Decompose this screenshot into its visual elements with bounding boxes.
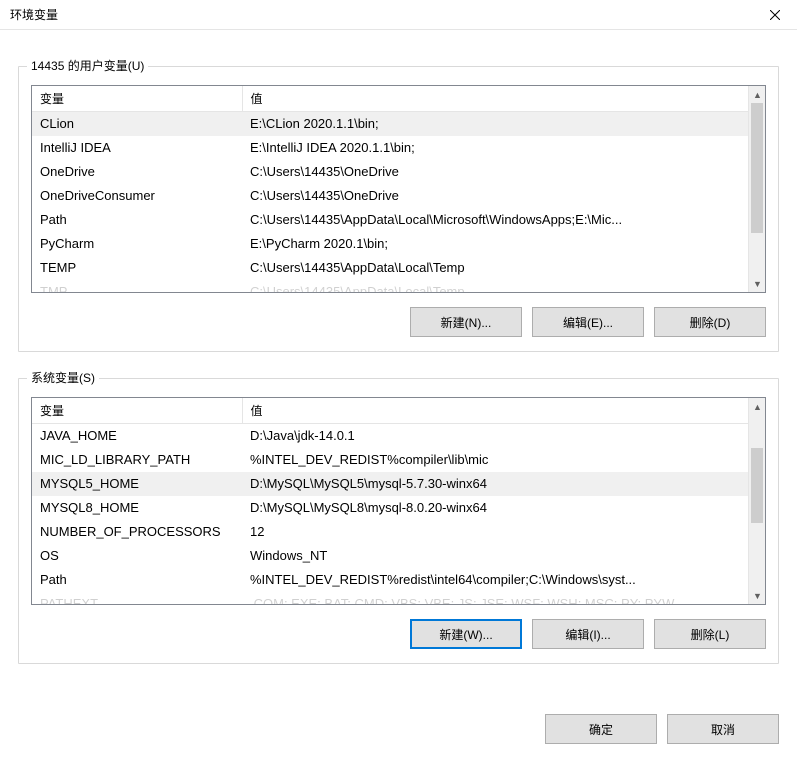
user-variables-table-scroll[interactable]: 变量 值 CLionE:\CLion 2020.1.1\bin;IntelliJ… <box>32 86 748 292</box>
user-variables-table: 变量 值 CLionE:\CLion 2020.1.1\bin;IntelliJ… <box>32 86 748 292</box>
variable-name-cell: MYSQL5_HOME <box>32 472 242 496</box>
table-row[interactable]: PATHEXT.COM;.EXE;.BAT;.CMD;.VBS;.VBE;.JS… <box>32 592 748 605</box>
variable-value-cell: C:\Users\14435\OneDrive <box>242 160 748 184</box>
variable-value-cell: C:\Users\14435\OneDrive <box>242 184 748 208</box>
variable-value-cell: 12 <box>242 520 748 544</box>
cancel-button[interactable]: 取消 <box>667 714 779 744</box>
dialog-content: 14435 的用户变量(U) 变量 值 CLionE:\CLion 2020.1… <box>0 30 797 706</box>
scrollbar[interactable]: ▲ ▼ <box>748 398 765 604</box>
variable-name-cell: Path <box>32 568 242 592</box>
user-variables-group: 14435 的用户变量(U) 变量 值 CLionE:\CLion 2020.1… <box>18 66 779 352</box>
ok-button[interactable]: 确定 <box>545 714 657 744</box>
variable-value-cell: E:\IntelliJ IDEA 2020.1.1\bin; <box>242 136 748 160</box>
table-row[interactable]: OneDriveConsumerC:\Users\14435\OneDrive <box>32 184 748 208</box>
variable-name-cell: OS <box>32 544 242 568</box>
variable-value-cell: C:\Users\14435\AppData\Local\Temp <box>242 280 748 293</box>
user-variables-label: 14435 的用户变量(U) <box>27 57 148 74</box>
close-button[interactable] <box>752 0 797 30</box>
variable-name-cell: OneDrive <box>32 160 242 184</box>
column-header-value[interactable]: 值 <box>242 86 748 112</box>
new-system-var-button[interactable]: 新建(W)... <box>410 619 522 649</box>
variable-name-cell: MYSQL8_HOME <box>32 496 242 520</box>
system-variables-group: 系统变量(S) 变量 值 JAVA_HOMED:\Java\jdk-14.0.1… <box>18 378 779 664</box>
scrollbar-up-arrow-icon[interactable]: ▲ <box>749 398 766 415</box>
edit-system-var-button[interactable]: 编辑(I)... <box>532 619 644 649</box>
variable-name-cell: JAVA_HOME <box>32 424 242 448</box>
variable-value-cell: C:\Users\14435\AppData\Local\Microsoft\W… <box>242 208 748 232</box>
system-variables-label: 系统变量(S) <box>27 369 99 386</box>
variable-name-cell: OneDriveConsumer <box>32 184 242 208</box>
column-header-variable[interactable]: 变量 <box>32 398 242 424</box>
table-row[interactable]: TEMPC:\Users\14435\AppData\Local\Temp <box>32 256 748 280</box>
edit-user-var-button[interactable]: 编辑(E)... <box>532 307 644 337</box>
table-row[interactable]: CLionE:\CLion 2020.1.1\bin; <box>32 112 748 136</box>
column-header-variable[interactable]: 变量 <box>32 86 242 112</box>
variable-name-cell: Path <box>32 208 242 232</box>
window-title: 环境变量 <box>10 6 58 23</box>
table-row[interactable]: OneDriveC:\Users\14435\OneDrive <box>32 160 748 184</box>
variable-name-cell: PyCharm <box>32 232 242 256</box>
scrollbar-thumb[interactable] <box>751 103 763 233</box>
scrollbar-thumb[interactable] <box>751 448 763 523</box>
scrollbar-down-arrow-icon[interactable]: ▼ <box>749 275 766 292</box>
variable-value-cell: C:\Users\14435\AppData\Local\Temp <box>242 256 748 280</box>
variable-name-cell: TEMP <box>32 256 242 280</box>
delete-system-var-button[interactable]: 删除(L) <box>654 619 766 649</box>
variable-name-cell: TMP <box>32 280 242 293</box>
table-row[interactable]: Path%INTEL_DEV_REDIST%redist\intel64\com… <box>32 568 748 592</box>
system-variables-table: 变量 值 JAVA_HOMED:\Java\jdk-14.0.1MIC_LD_L… <box>32 398 748 604</box>
table-header-row: 变量 值 <box>32 398 748 424</box>
dialog-footer: 确定 取消 <box>0 714 797 762</box>
variable-value-cell: D:\Java\jdk-14.0.1 <box>242 424 748 448</box>
variable-value-cell: %INTEL_DEV_REDIST%compiler\lib\mic <box>242 448 748 472</box>
variable-value-cell: E:\PyCharm 2020.1\bin; <box>242 232 748 256</box>
column-header-value[interactable]: 值 <box>242 398 748 424</box>
user-variables-buttons: 新建(N)... 编辑(E)... 删除(D) <box>31 307 766 337</box>
table-row[interactable]: IntelliJ IDEAE:\IntelliJ IDEA 2020.1.1\b… <box>32 136 748 160</box>
variable-value-cell: D:\MySQL\MySQL8\mysql-8.0.20-winx64 <box>242 496 748 520</box>
table-row[interactable]: PathC:\Users\14435\AppData\Local\Microso… <box>32 208 748 232</box>
variable-name-cell: MIC_LD_LIBRARY_PATH <box>32 448 242 472</box>
variable-name-cell: PATHEXT <box>32 592 242 605</box>
variable-value-cell: .COM;.EXE;.BAT;.CMD;.VBS;.VBE;.JS;.JSE;.… <box>242 592 748 605</box>
new-user-var-button[interactable]: 新建(N)... <box>410 307 522 337</box>
variable-value-cell: Windows_NT <box>242 544 748 568</box>
scrollbar-down-arrow-icon[interactable]: ▼ <box>749 587 766 604</box>
variable-name-cell: CLion <box>32 112 242 136</box>
variable-name-cell: NUMBER_OF_PROCESSORS <box>32 520 242 544</box>
system-variables-table-scroll[interactable]: 变量 值 JAVA_HOMED:\Java\jdk-14.0.1MIC_LD_L… <box>32 398 748 604</box>
table-row[interactable]: MYSQL8_HOMED:\MySQL\MySQL8\mysql-8.0.20-… <box>32 496 748 520</box>
table-row[interactable]: JAVA_HOMED:\Java\jdk-14.0.1 <box>32 424 748 448</box>
table-row[interactable]: OSWindows_NT <box>32 544 748 568</box>
scrollbar-up-arrow-icon[interactable]: ▲ <box>749 86 766 103</box>
table-header-row: 变量 值 <box>32 86 748 112</box>
system-variables-table-wrap: 变量 值 JAVA_HOMED:\Java\jdk-14.0.1MIC_LD_L… <box>31 397 766 605</box>
table-row[interactable]: MYSQL5_HOMED:\MySQL\MySQL5\mysql-5.7.30-… <box>32 472 748 496</box>
close-icon <box>770 10 780 20</box>
scrollbar[interactable]: ▲ ▼ <box>748 86 765 292</box>
table-row[interactable]: PyCharmE:\PyCharm 2020.1\bin; <box>32 232 748 256</box>
table-row[interactable]: MIC_LD_LIBRARY_PATH%INTEL_DEV_REDIST%com… <box>32 448 748 472</box>
variable-name-cell: IntelliJ IDEA <box>32 136 242 160</box>
table-row[interactable]: NUMBER_OF_PROCESSORS12 <box>32 520 748 544</box>
table-row[interactable]: TMPC:\Users\14435\AppData\Local\Temp <box>32 280 748 293</box>
delete-user-var-button[interactable]: 删除(D) <box>654 307 766 337</box>
variable-value-cell: E:\CLion 2020.1.1\bin; <box>242 112 748 136</box>
variable-value-cell: %INTEL_DEV_REDIST%redist\intel64\compile… <box>242 568 748 592</box>
variable-value-cell: D:\MySQL\MySQL5\mysql-5.7.30-winx64 <box>242 472 748 496</box>
system-variables-buttons: 新建(W)... 编辑(I)... 删除(L) <box>31 619 766 649</box>
user-variables-table-wrap: 变量 值 CLionE:\CLion 2020.1.1\bin;IntelliJ… <box>31 85 766 293</box>
titlebar: 环境变量 <box>0 0 797 30</box>
